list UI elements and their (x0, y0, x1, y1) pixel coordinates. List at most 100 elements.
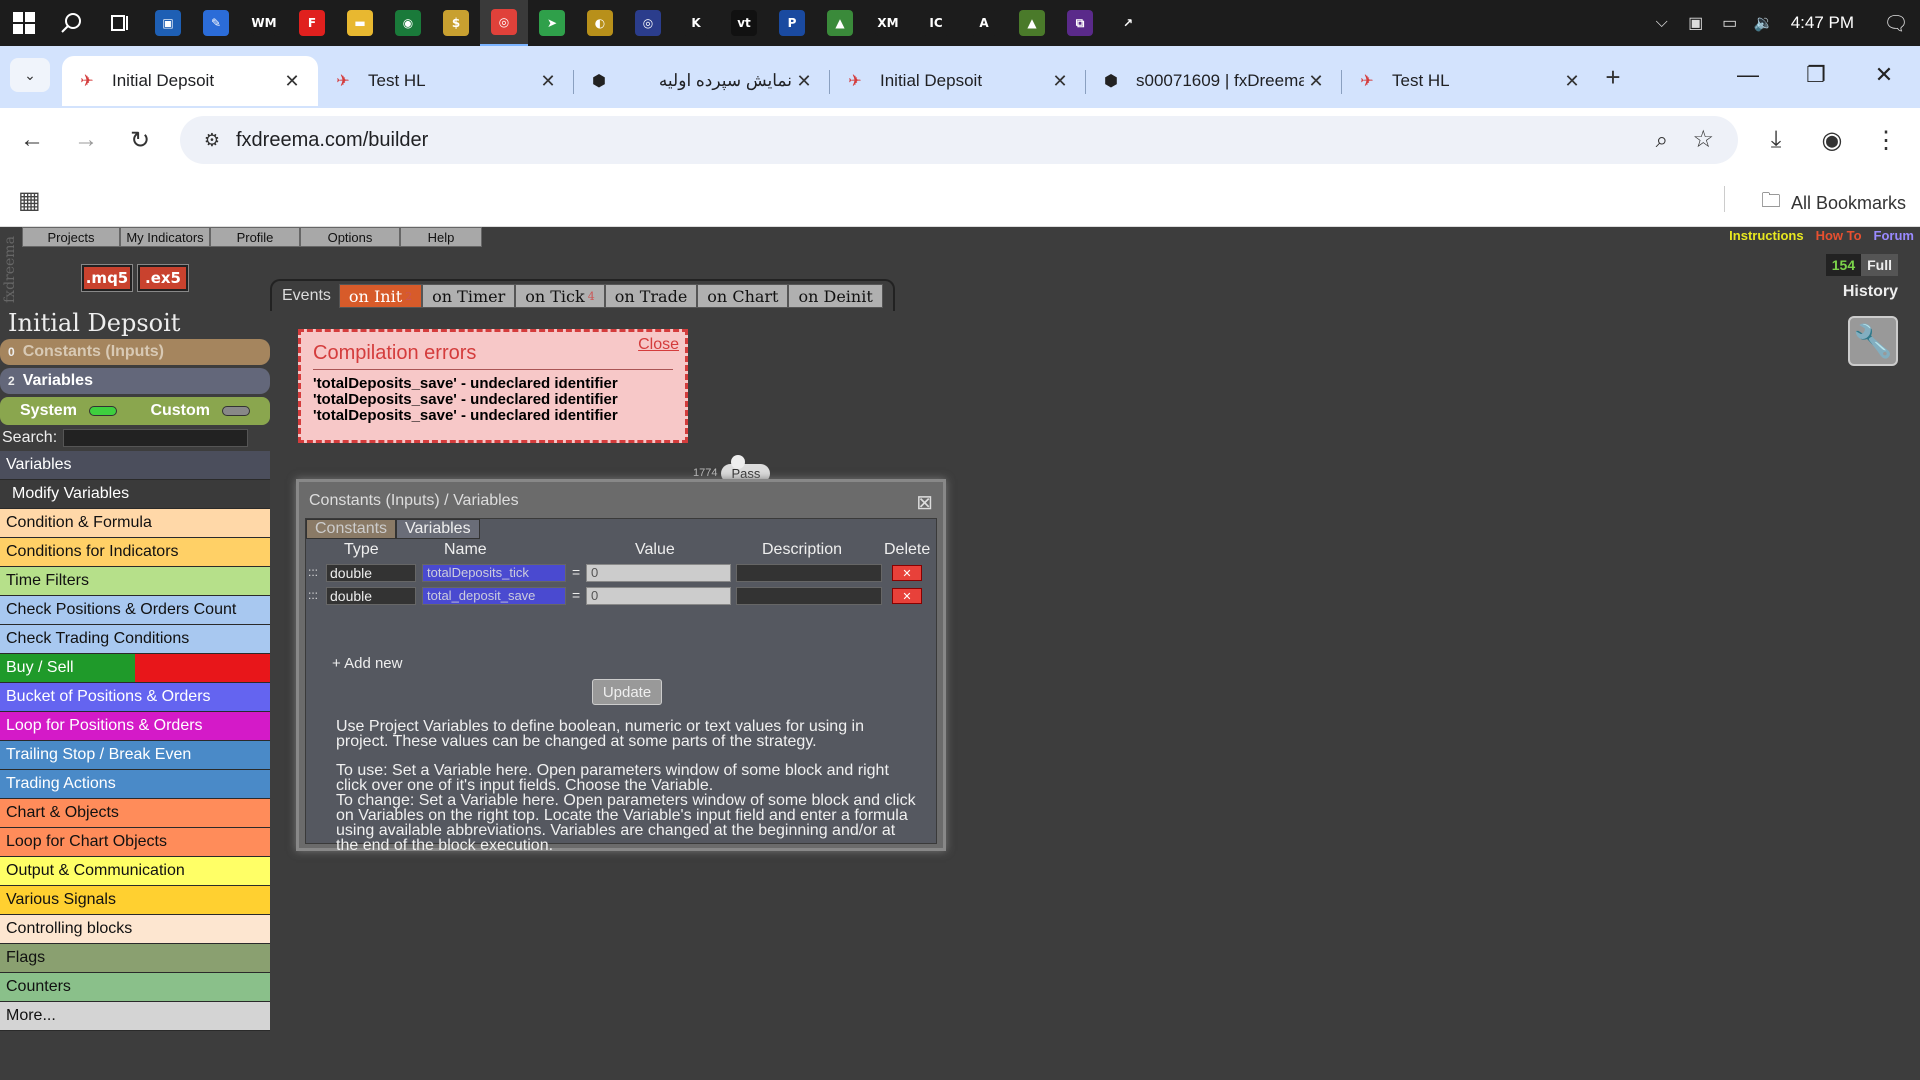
taskbar-app[interactable]: ↗ (1104, 0, 1152, 46)
link-instructions[interactable]: Instructions (1729, 228, 1803, 243)
tab-close-icon[interactable]: ✕ (792, 69, 816, 93)
menu-item-options[interactable]: Options (300, 227, 400, 247)
event-tab-on-deinit[interactable]: on Deinit (788, 284, 883, 308)
taskbar-app[interactable]: XM (864, 0, 912, 46)
menu-item-help[interactable]: Help (400, 227, 482, 247)
event-tab-on-tick[interactable]: on Tick 4 (515, 284, 605, 308)
tab-close-icon[interactable]: ✕ (280, 69, 304, 93)
minimize-icon[interactable]: — (1714, 46, 1782, 104)
variable-description-input[interactable] (736, 587, 882, 605)
close-window-icon[interactable]: ✕ (1850, 46, 1918, 104)
category-more[interactable]: More... (0, 1002, 270, 1031)
taskbar-app[interactable]: ◎ (480, 0, 528, 46)
event-tab-on-timer[interactable]: on Timer (422, 284, 516, 308)
reload-icon[interactable]: ↻ (122, 122, 158, 158)
taskbar-app[interactable]: P (768, 0, 816, 46)
category-counters[interactable]: Counters (0, 973, 270, 1002)
link-how-to[interactable]: How To (1816, 228, 1862, 243)
event-tab-on-init[interactable]: on Init 2 (338, 284, 423, 308)
variable-value-input[interactable]: 0 (586, 587, 731, 605)
menu-item-profile[interactable]: Profile (210, 227, 300, 247)
wrench-icon[interactable]: 🔧 (1848, 316, 1898, 366)
menu-kebab-icon[interactable]: ⋮ (1868, 122, 1904, 158)
variable-description-input[interactable] (736, 564, 882, 582)
download-icon[interactable]: ⤓ (1758, 122, 1794, 158)
antivirus-icon[interactable]: ▣ (1679, 0, 1713, 46)
category-variables[interactable]: Variables (0, 451, 270, 480)
category-buy-sell[interactable]: Buy / Sell (0, 654, 270, 683)
category-various-signals[interactable]: Various Signals (0, 886, 270, 915)
browser-tab[interactable]: ⬢ s00071609 | fxDreema ✕ (1086, 56, 1342, 106)
taskbar-app[interactable]: K (672, 0, 720, 46)
variable-type-select[interactable]: double (326, 564, 416, 582)
zoom-icon[interactable]: ⌕ (1656, 127, 1668, 153)
taskbar-app[interactable]: ◉ (384, 0, 432, 46)
taskbar-app[interactable]: vt (720, 0, 768, 46)
browser-tab[interactable]: ✈ Test HL ✕ (1342, 56, 1598, 106)
profile-icon[interactable]: ◉ (1814, 122, 1850, 158)
export-ex5-button[interactable]: .ex5 (137, 264, 189, 292)
taskbar-app[interactable]: ✎ (192, 0, 240, 46)
tab-variables[interactable]: Variables (396, 519, 480, 539)
constants-section[interactable]: 0 Constants (Inputs) (0, 339, 270, 365)
project-title[interactable]: Initial Depsoit (8, 309, 180, 337)
category-output-communication[interactable]: Output & Communication (0, 857, 270, 886)
category-condition-formula[interactable]: Condition & Formula (0, 509, 270, 538)
tab-close-icon[interactable]: ✕ (536, 69, 560, 93)
counter-mode[interactable]: Full (1861, 254, 1898, 276)
category-trading-actions[interactable]: Trading Actions (0, 770, 270, 799)
category-loop-for-chart-objects[interactable]: Loop for Chart Objects (0, 828, 270, 857)
forward-icon[interactable]: → (68, 122, 104, 158)
address-bar[interactable]: ⚙ fxdreema.com/builder ⌕ ☆ (180, 116, 1738, 164)
taskbar-app[interactable]: F (288, 0, 336, 46)
variable-name-input[interactable]: total_deposit_save (422, 587, 566, 605)
taskbar-app[interactable]: ⧉ (1056, 0, 1104, 46)
variable-value-input[interactable]: 0 (586, 564, 731, 582)
custom-toggle[interactable] (222, 406, 250, 416)
taskbar-app[interactable]: ◎ (624, 0, 672, 46)
add-new-variable[interactable]: + Add new (332, 655, 402, 672)
clock[interactable]: 4:47 PM (1781, 13, 1872, 33)
browser-tab[interactable]: ✈ Initial Depsoit ✕ (62, 56, 318, 106)
delete-variable-icon[interactable]: ✕ (892, 588, 922, 604)
tab-close-icon[interactable]: ✕ (1560, 69, 1584, 93)
variable-name-input[interactable]: totalDeposits_tick (422, 564, 566, 582)
bookmark-star-icon[interactable]: ☆ (1692, 125, 1714, 154)
taskbar-app[interactable]: WM (240, 0, 288, 46)
browser-tab[interactable]: ⬢ نمایش سپرده اولیه ✕ (574, 56, 830, 106)
apps-grid-icon[interactable]: ▦ (18, 186, 41, 215)
taskbar-app[interactable]: IC (912, 0, 960, 46)
dialog-close-icon[interactable]: ⊠ (916, 490, 933, 515)
search-icon[interactable] (48, 0, 96, 46)
category-flags[interactable]: Flags (0, 944, 270, 973)
category-controlling-blocks[interactable]: Controlling blocks (0, 915, 270, 944)
taskbar-app[interactable]: ▲ (1008, 0, 1056, 46)
browser-tab[interactable]: ✈ Initial Depsoit ✕ (830, 56, 1086, 106)
compile-errors-close[interactable]: Close (638, 336, 679, 354)
taskbar-app[interactable]: ▣ (144, 0, 192, 46)
taskbar-app[interactable]: A (960, 0, 1008, 46)
category-bucket-of-positions-orders[interactable]: Bucket of Positions & Orders (0, 683, 270, 712)
drag-handle-icon[interactable]: ::: (308, 588, 318, 602)
taskbar-app[interactable]: $ (432, 0, 480, 46)
site-info-icon[interactable]: ⚙ (188, 130, 236, 151)
menu-item-my-indicators[interactable]: My Indicators (120, 227, 210, 247)
category-conditions-for-indicators[interactable]: Conditions for Indicators (0, 538, 270, 567)
category-trailing-stop-break-even[interactable]: Trailing Stop / Break Even (0, 741, 270, 770)
back-icon[interactable]: ← (14, 122, 50, 158)
taskbar-app[interactable]: ▲ (816, 0, 864, 46)
export-mq5-button[interactable]: .mq5 (81, 264, 133, 292)
category-time-filters[interactable]: Time Filters (0, 567, 270, 596)
event-tab-on-chart[interactable]: on Chart (697, 284, 789, 308)
update-button[interactable]: Update (592, 679, 662, 705)
category-check-trading-conditions[interactable]: Check Trading Conditions (0, 625, 270, 654)
block-connector[interactable] (731, 455, 745, 469)
delete-variable-icon[interactable]: ✕ (892, 565, 922, 581)
task-view-icon[interactable] (96, 0, 144, 46)
url-text[interactable]: fxdreema.com/builder (236, 129, 428, 152)
variable-type-select[interactable]: double (326, 587, 416, 605)
notification-icon[interactable]: 🗨 (1872, 0, 1920, 46)
chevron-up-icon[interactable]: ⌵ (1645, 0, 1679, 46)
browser-tab[interactable]: ✈ Test HL ✕ (318, 56, 574, 106)
project-counter[interactable]: 154 Full (1825, 254, 1898, 276)
